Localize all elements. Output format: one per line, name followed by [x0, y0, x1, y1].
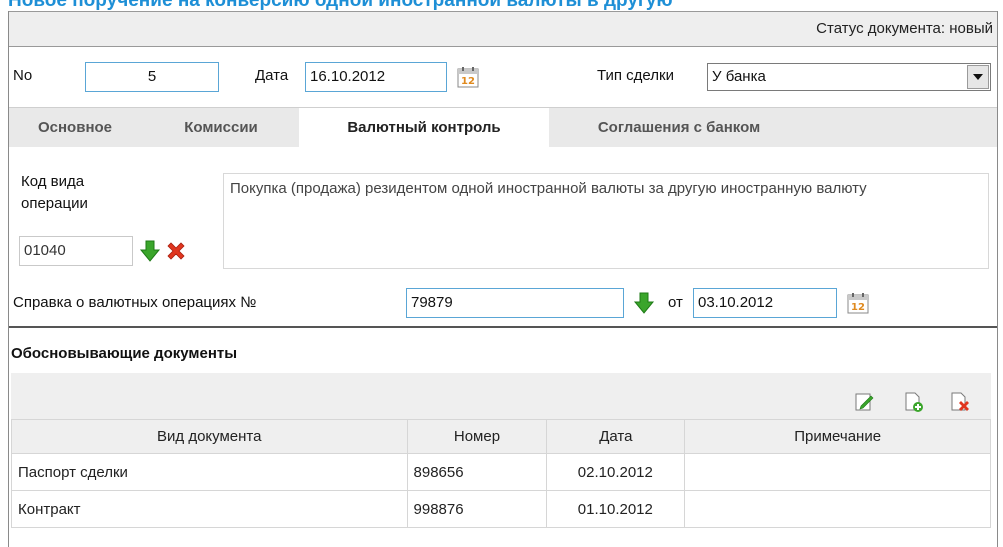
red-x-icon[interactable] [165, 240, 187, 262]
deal-type-label: Тип сделки [597, 67, 674, 84]
calendar-icon[interactable]: 12 [457, 66, 479, 88]
op-code-field[interactable]: 01040 [19, 236, 133, 266]
tab-main[interactable]: Основное [15, 108, 135, 148]
doc-date-cell: 01.10.2012 [546, 490, 686, 528]
table-header-row: Вид документа Номер Дата Примечание [11, 419, 991, 454]
tab-currency-control[interactable]: Валютный контроль [299, 108, 549, 148]
section-divider [9, 326, 997, 328]
number-field[interactable]: 5 [85, 62, 219, 92]
doc-date-cell: 02.10.2012 [546, 453, 686, 491]
svg-text:12: 12 [461, 76, 475, 87]
column-header[interactable]: Дата [546, 419, 686, 454]
chevron-down-icon[interactable] [967, 65, 989, 89]
deal-type-select[interactable]: У банка [707, 63, 991, 91]
green-down-arrow-icon[interactable] [139, 240, 161, 262]
certificate-label: Справка о валютных операциях № [13, 294, 257, 311]
doc-note-cell [684, 490, 991, 528]
certificate-date-field[interactable]: 03.10.2012 [693, 288, 837, 318]
doc-type-cell: Контракт [11, 490, 408, 528]
tab-main-label: Основное [37, 119, 113, 136]
delete-document-icon[interactable] [949, 391, 971, 413]
op-code-label-line1: Код вида [21, 173, 85, 190]
date-label: Дата [255, 67, 289, 84]
column-header[interactable]: Номер [406, 419, 548, 454]
status-bar: Статус документа: новый [9, 11, 997, 47]
op-code-label: Код вида операции [21, 171, 88, 215]
document-status: Статус документа: новый [816, 20, 993, 37]
edit-document-icon[interactable] [853, 391, 875, 413]
table-row[interactable]: Паспорт сделки 898656 02.10.2012 [11, 453, 991, 491]
tab-commissions-label: Комиссии [184, 119, 258, 136]
document-form: Статус документа: новый No 5 Дата 16.10.… [8, 11, 998, 547]
doc-number-cell: 898656 [406, 453, 548, 491]
column-header[interactable]: Примечание [684, 419, 991, 454]
table-row[interactable]: Контракт 998876 01.10.2012 [11, 490, 991, 528]
date-field[interactable]: 16.10.2012 [305, 62, 447, 92]
tab-bank-agreements[interactable]: Соглашения с банком [557, 108, 801, 148]
add-document-icon[interactable] [903, 391, 925, 413]
svg-text:12: 12 [851, 302, 865, 313]
doc-number-cell: 998876 [406, 490, 548, 528]
calendar-icon[interactable]: 12 [847, 292, 869, 314]
certificate-from-label: от [668, 294, 683, 311]
documents-toolbar [11, 373, 991, 419]
deal-type-value: У банка [712, 68, 766, 85]
tab-bar: Основное Комиссии Валютный контроль Согл… [9, 107, 997, 148]
doc-note-cell [684, 453, 991, 491]
header-row: No 5 Дата 16.10.2012 12 Тип сделки У бан… [9, 47, 997, 107]
currency-control-panel: Код вида операции Покупка (продажа) рези… [9, 147, 997, 547]
tab-currency-control-label: Валютный контроль [347, 119, 501, 136]
documents-section-title: Обосновывающие документы [11, 345, 238, 362]
doc-type-cell: Паспорт сделки [11, 453, 408, 491]
number-label: No [13, 67, 33, 84]
tab-bank-agreements-label: Соглашения с банком [597, 119, 761, 136]
column-header[interactable]: Вид документа [11, 419, 408, 454]
op-code-label-line2: операции [21, 195, 88, 212]
certificate-number-field[interactable]: 79879 [406, 288, 624, 318]
documents-table: Вид документа Номер Дата Примечание Пасп… [11, 419, 991, 528]
op-description: Покупка (продажа) резидентом одной иност… [223, 173, 989, 269]
green-down-arrow-icon[interactable] [633, 292, 655, 314]
tab-commissions[interactable]: Комиссии [159, 108, 283, 148]
window-title: Новое поручение на конверсию одной иност… [8, 0, 673, 11]
